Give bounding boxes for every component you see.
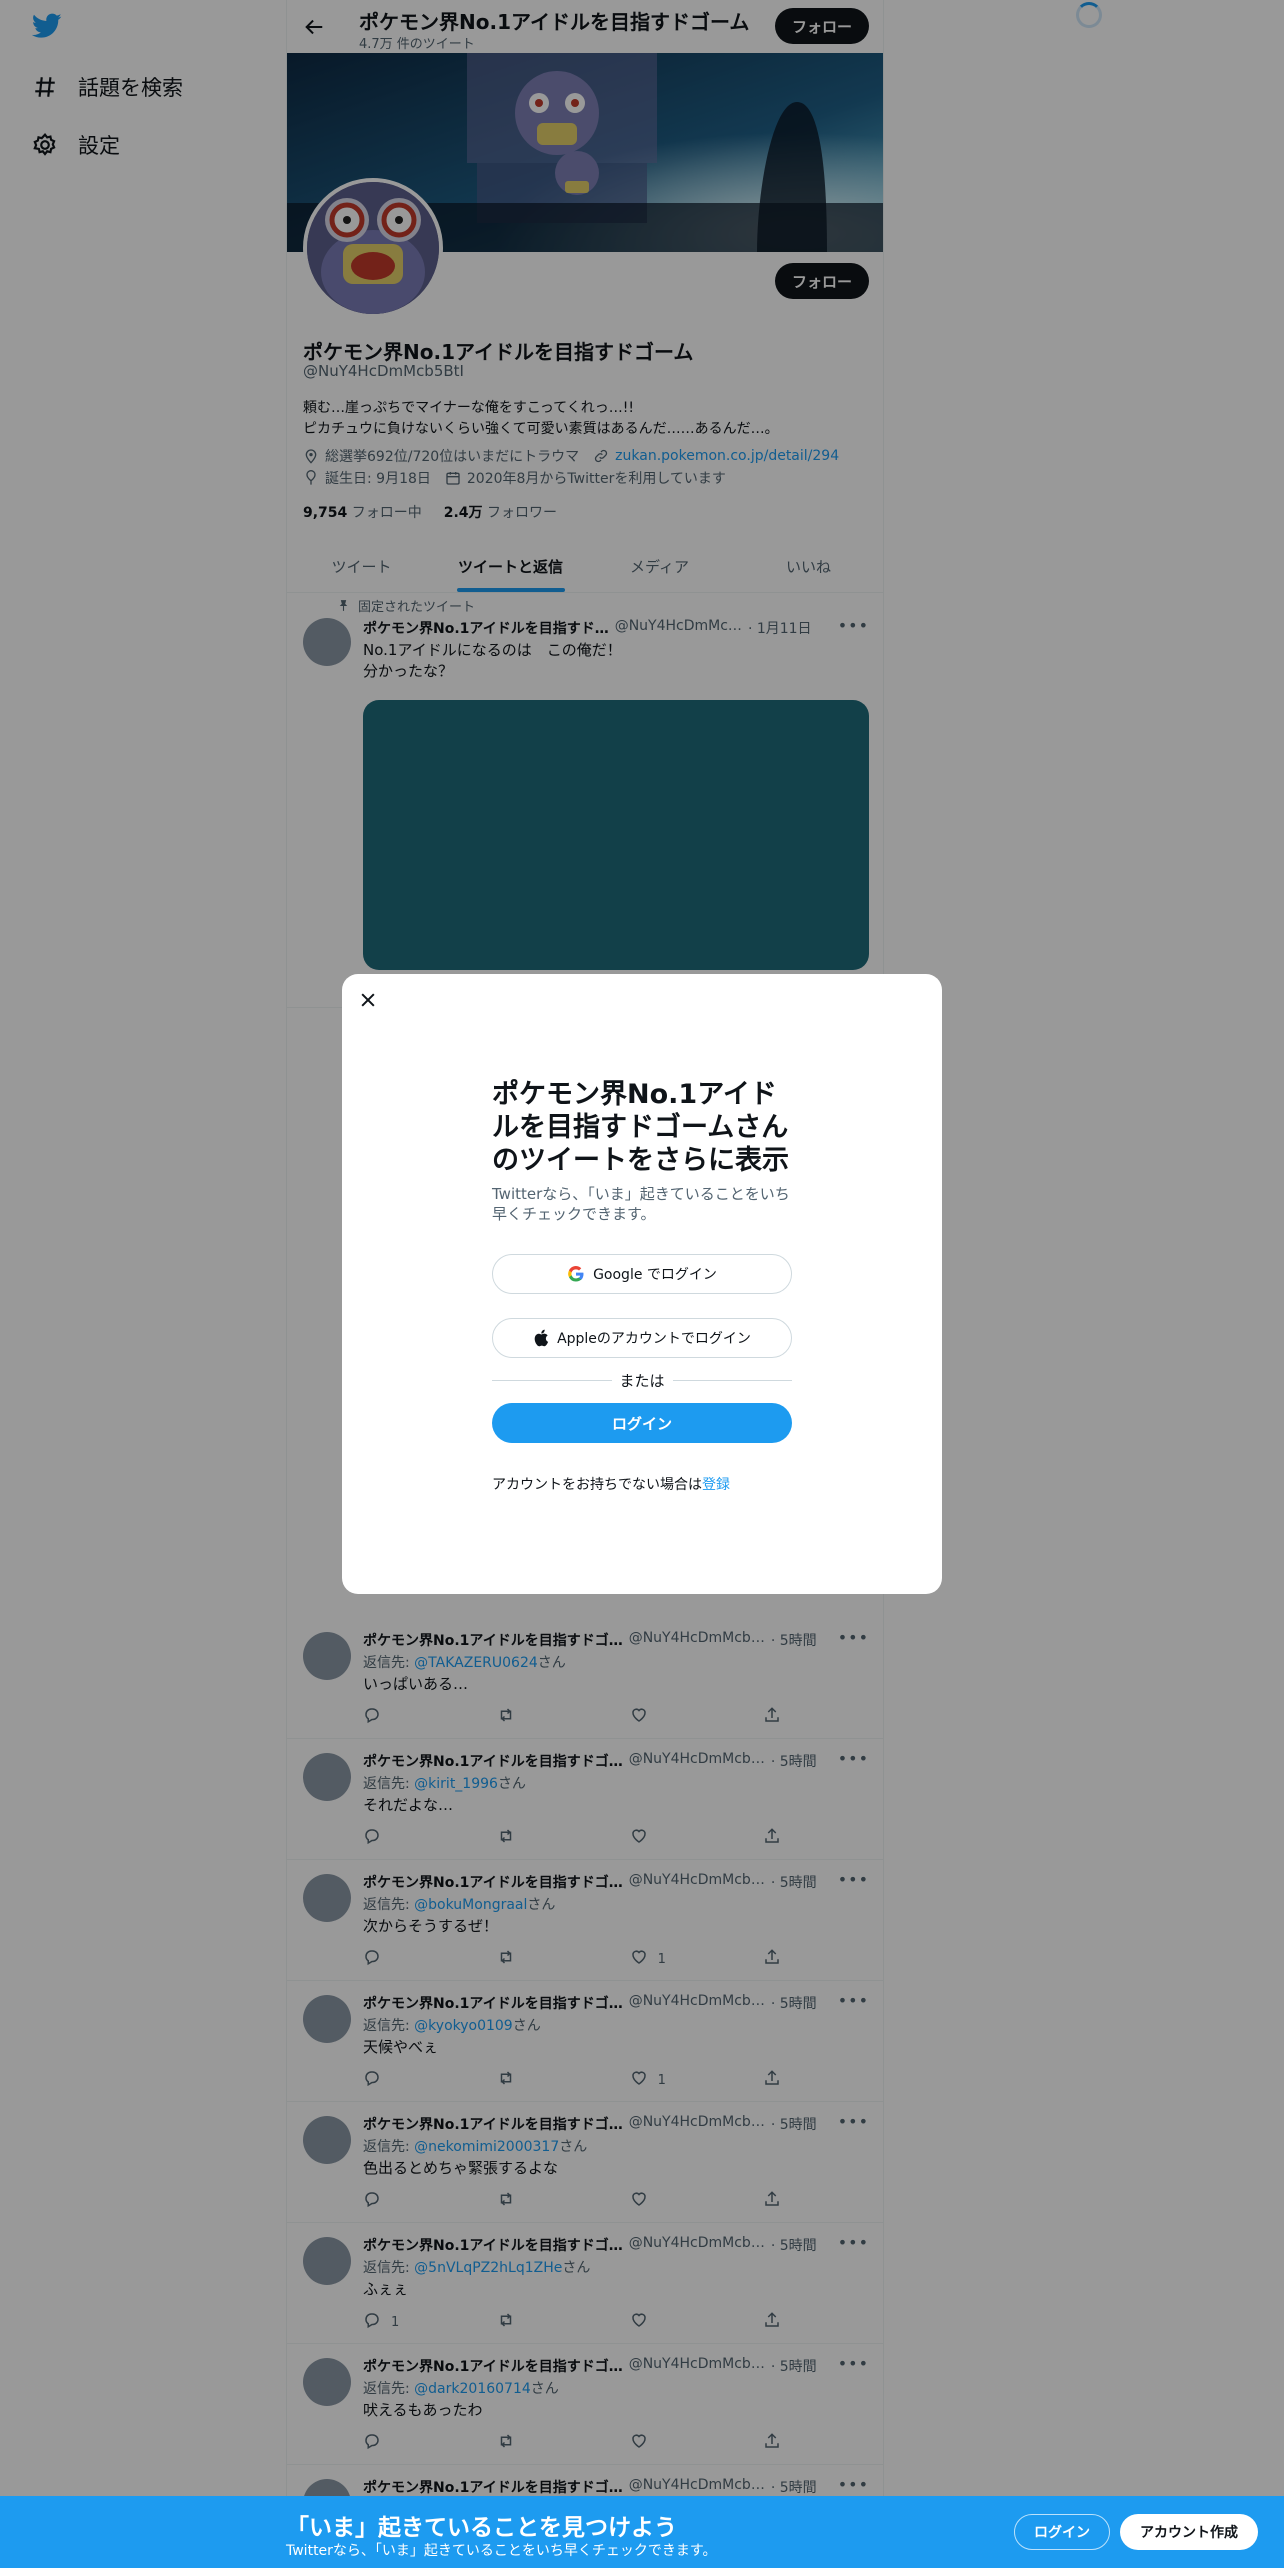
or-divider: または	[492, 1370, 793, 1391]
bottom-signup-button[interactable]: アカウント作成	[1120, 2514, 1258, 2550]
login-button[interactable]: ログイン	[492, 1403, 792, 1443]
signup-link[interactable]: 登録	[702, 1477, 730, 1493]
apple-login-button[interactable]: Appleのアカウントでログイン	[492, 1318, 792, 1358]
bottom-login-button[interactable]: ログイン	[1014, 2514, 1110, 2550]
modal-subtitle: Twitterなら、「いま」起きていることをいち早くチェックできます。	[492, 1185, 790, 1223]
google-icon	[568, 1265, 584, 1282]
apple-login-label: Appleのアカウントでログイン	[557, 1331, 751, 1347]
apple-icon	[534, 1329, 549, 1347]
bottom-signup-bar: 「いま」起きていることを見つけよう Twitterなら、「いま」起きていることを…	[0, 2496, 1284, 2568]
google-login-label: Google でログイン	[593, 1267, 717, 1283]
login-modal: ポケモン界No.1アイドルを目指すドゴームさんのツイートをさらに表示 Twitt…	[342, 974, 942, 1594]
google-login-button[interactable]: Google でログイン	[492, 1254, 792, 1294]
bottom-bar-subtitle: Twitterなら、「いま」起きていることをいち早くチェックできます。	[286, 2543, 717, 2559]
modal-title: ポケモン界No.1アイドルを目指すドゴームさんのツイートをさらに表示	[492, 1079, 789, 1176]
close-icon[interactable]	[358, 990, 378, 1010]
signup-prompt: アカウントをお持ちでない場合は登録	[492, 1477, 730, 1493]
page: 話題を検索 設定 ポケモン界No.1アイドルを目指すドゴーム 4.7万 件のツイ…	[0, 0, 1284, 2568]
bottom-bar-title: 「いま」起きていることを見つけよう	[286, 2515, 677, 2541]
